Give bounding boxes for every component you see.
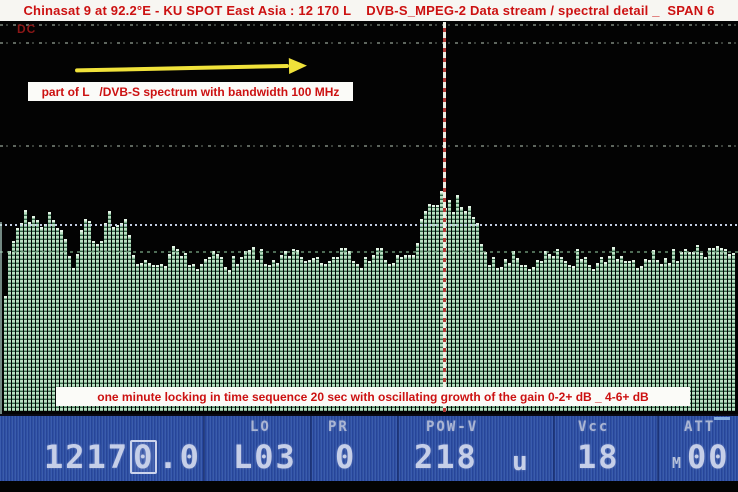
frequency-cursor-digit[interactable]: 0 bbox=[130, 440, 157, 474]
vcc-value[interactable]: 18 bbox=[577, 440, 620, 474]
peak-level-line bbox=[0, 224, 738, 226]
average-level-line bbox=[0, 251, 738, 253]
locking-note-text: one minute locking in time sequence 20 s… bbox=[97, 390, 648, 404]
reference-line-mid bbox=[0, 145, 738, 147]
statusbar-divider bbox=[553, 416, 555, 481]
pow-value[interactable]: 218 bbox=[414, 440, 478, 474]
lo-label: LO bbox=[250, 419, 271, 435]
arrow-shaft bbox=[75, 64, 289, 72]
reference-line-upper bbox=[0, 42, 738, 44]
locking-note: one minute locking in time sequence 20 s… bbox=[56, 387, 690, 406]
pr-label: PR bbox=[328, 419, 349, 435]
bandwidth-note-text: part of L /DVB-S spectrum with bandwidth… bbox=[42, 85, 340, 99]
att-mode: M bbox=[672, 454, 681, 472]
spectrum-analyzer-screen: DC part of L /DVB-S spectrum with bandwi… bbox=[0, 0, 738, 492]
bandwidth-note: part of L /DVB-S spectrum with bandwidth… bbox=[28, 82, 353, 101]
center-frequency-marker bbox=[443, 22, 446, 412]
vcc-label: Vcc bbox=[578, 419, 609, 435]
pow-unit: u bbox=[512, 447, 528, 477]
att-label: ATT bbox=[684, 419, 715, 435]
frequency-suffix: .0 bbox=[158, 438, 201, 476]
statusbar-divider bbox=[310, 416, 312, 481]
statusbar-tick-mark bbox=[714, 417, 730, 420]
statusbar-divider bbox=[397, 416, 399, 481]
statusbar-divider bbox=[203, 416, 205, 481]
pr-value[interactable]: 0 bbox=[335, 440, 356, 474]
frequency-field[interactable]: 12170.0 bbox=[44, 440, 201, 474]
statusbar-divider bbox=[657, 416, 659, 481]
pow-label: POW-V bbox=[426, 419, 478, 435]
reference-line-top bbox=[0, 24, 738, 26]
frequency-prefix: 1217 bbox=[44, 438, 129, 476]
status-bar: 12170.0 LO L03 PR 0 POW-V 218 u Vcc 18 A… bbox=[0, 414, 738, 481]
att-value[interactable]: 00 bbox=[687, 440, 730, 474]
dc-label: DC bbox=[17, 22, 36, 36]
arrow-head-icon bbox=[289, 58, 307, 74]
lo-value[interactable]: L03 bbox=[233, 440, 297, 474]
